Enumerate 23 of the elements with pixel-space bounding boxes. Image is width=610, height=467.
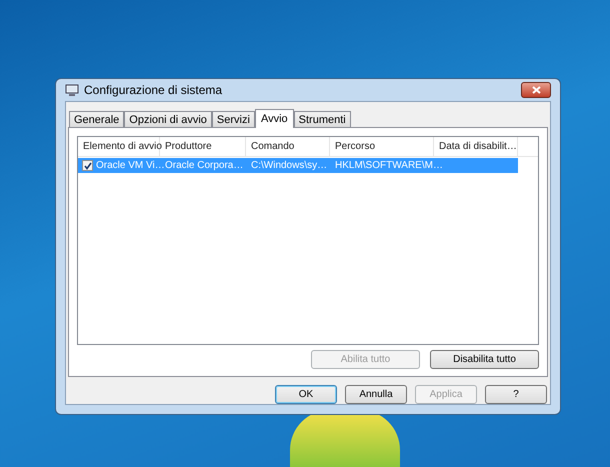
column-header[interactable]: Produttore <box>160 137 246 156</box>
button[interactable]: Annulla <box>345 385 407 404</box>
button[interactable]: Disabilita tutto <box>430 350 539 369</box>
computer-icon <box>65 84 79 96</box>
button[interactable]: OK <box>275 385 337 404</box>
close-button[interactable] <box>521 82 551 98</box>
window-title: Configurazione di sistema <box>84 82 222 99</box>
checkbox[interactable] <box>82 160 93 171</box>
table-cell-text: Oracle VM Vi… <box>96 159 165 173</box>
column-header[interactable]: Percorso <box>330 137 434 156</box>
table-cell-text: C:\Windows\sy… <box>251 159 328 173</box>
tab[interactable]: Servizi <box>212 111 255 127</box>
column-header[interactable]: Comando <box>246 137 330 156</box>
column-header[interactable]: Data di disabilit… <box>434 137 518 156</box>
tab[interactable]: Opzioni di avvio <box>124 111 212 127</box>
tab[interactable]: Strumenti <box>294 111 351 127</box>
close-icon <box>532 86 540 94</box>
tab[interactable]: Avvio <box>254 109 294 128</box>
button[interactable]: ? <box>485 385 547 404</box>
tab[interactable]: Generale <box>69 111 124 127</box>
table-cell-text: Oracle Corpora… <box>165 159 244 173</box>
table-cell-text: HKLM\SOFTWARE\M… <box>335 159 443 173</box>
column-header[interactable]: Elemento di avvio <box>78 137 160 156</box>
